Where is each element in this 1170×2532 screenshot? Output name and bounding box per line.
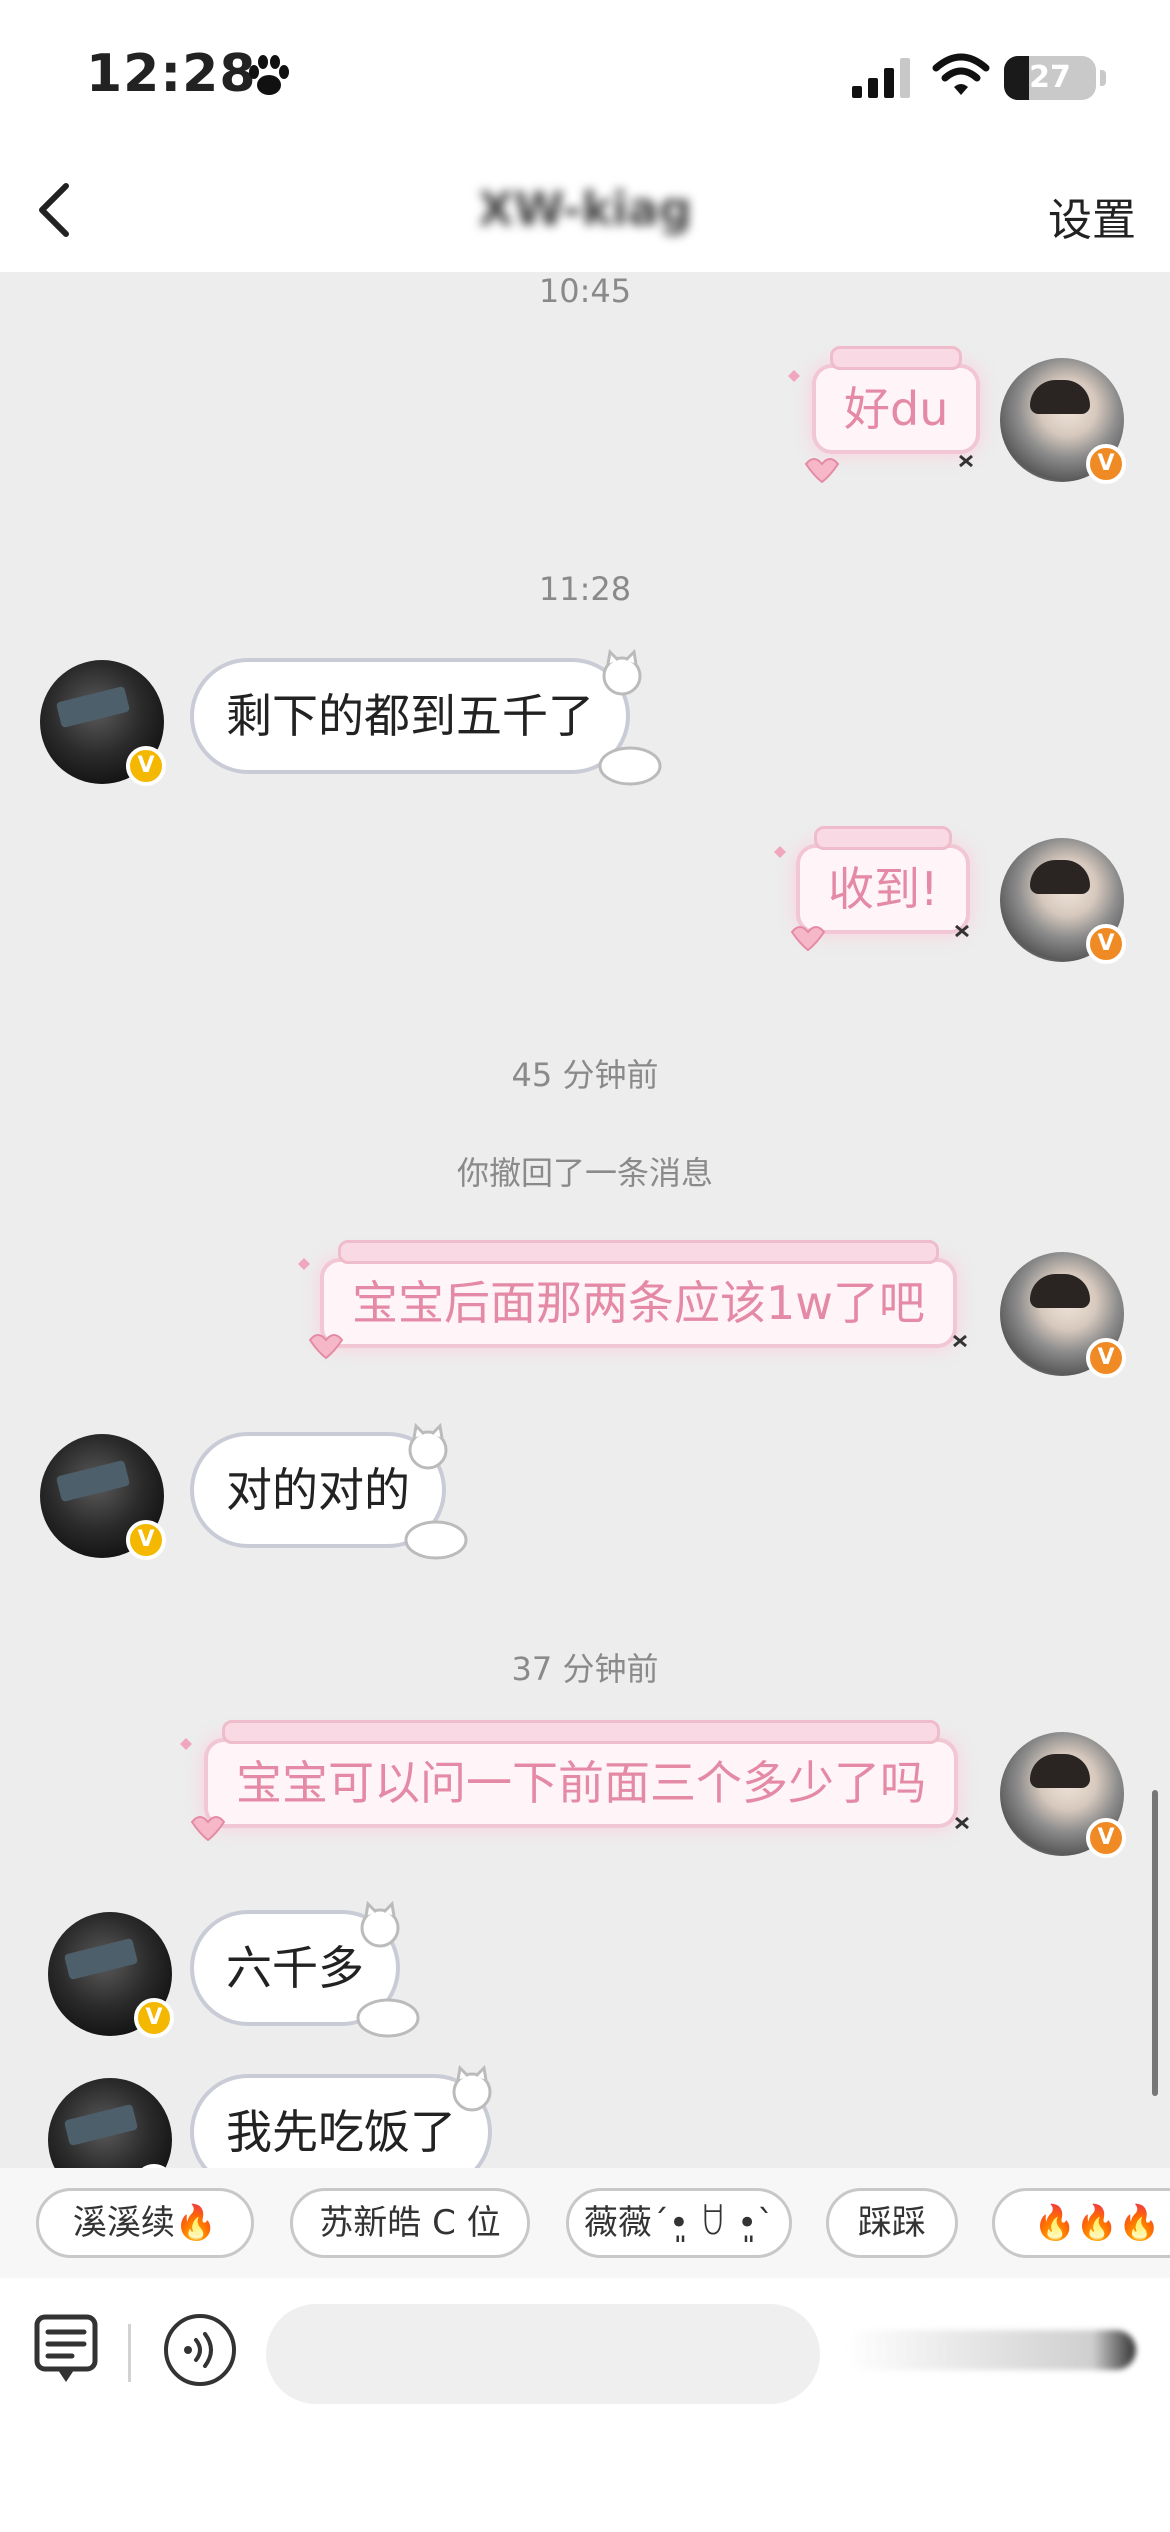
bow-decoration-icon (774, 846, 969, 952)
received-message[interactable]: 剩下的都到五千了 (190, 658, 630, 774)
message-list[interactable]: 10:45 好du V 11:28 V 剩下的都到五千了 收到! V 45 分钟… (0, 272, 1170, 2168)
avatar-other[interactable]: V (48, 2078, 174, 2168)
verified-badge: V (1086, 444, 1126, 484)
avatar-me[interactable]: V (1000, 1252, 1126, 1378)
message-input[interactable] (266, 2304, 820, 2404)
avatar-screen (63, 2103, 139, 2147)
verified-badge: V (126, 1520, 166, 1560)
battery-tip (1100, 70, 1106, 86)
battery-percent: 27 (1029, 60, 1071, 95)
quick-reply-bar: 溪溪续🔥 苏新皓 C 位 薇薇ˊ•͈ ꇴ •͈ˋ 踩踩 🔥🔥🔥 (0, 2168, 1170, 2278)
status-time: 12:28 (86, 44, 257, 104)
paw-icon (249, 55, 289, 95)
verified-badge: V (134, 1998, 174, 2038)
blurred-area (846, 2330, 1136, 2370)
avatar-me[interactable]: V (1000, 358, 1126, 484)
quick-reply-chip[interactable]: 苏新皓 C 位 (290, 2188, 530, 2258)
avatar-other[interactable]: V (40, 660, 166, 786)
avatar-screen (63, 1937, 139, 1981)
bow-decoration-icon (180, 1738, 969, 1842)
quick-reply-chip[interactable]: 🔥🔥🔥 (992, 2188, 1170, 2258)
quick-reply-chip[interactable]: 溪溪续🔥 (36, 2188, 254, 2258)
verified-badge: V (1086, 1338, 1126, 1378)
bow-decoration-icon (298, 1258, 967, 1360)
avatar-hair (1030, 1274, 1090, 1308)
timestamp: 37 分钟前 (511, 1650, 659, 1688)
chat-header: XW-kiag 设置 (0, 150, 1170, 272)
battery-indicator: 27 (1004, 56, 1096, 100)
avatar-other[interactable]: V (40, 1434, 166, 1560)
bow-decoration-icon (788, 370, 973, 484)
cat-decoration-icon (598, 648, 662, 786)
cat-decoration-icon (356, 1900, 420, 2038)
cat-decoration-icon (452, 2064, 492, 2112)
verified-badge: V (126, 746, 166, 786)
timestamp: 11:28 (538, 570, 632, 608)
avatar-hair (1030, 1754, 1090, 1788)
divider (128, 2324, 131, 2382)
avatar-me[interactable]: V (1000, 838, 1126, 964)
quick-reply-chip[interactable]: 踩踩 (826, 2188, 958, 2258)
voice-button[interactable] (164, 2314, 236, 2386)
status-bar: 12:28 27 (0, 0, 1170, 150)
quick-reply-chip[interactable]: 薇薇ˊ•͈ ꇴ •͈ˋ (566, 2188, 792, 2258)
scrollbar[interactable] (1152, 1790, 1158, 2096)
avatar-hair (1030, 380, 1090, 414)
avatar-screen (55, 1459, 131, 1503)
timestamp: 45 分钟前 (511, 1056, 659, 1094)
timestamp: 10:45 (538, 272, 632, 310)
settings-button[interactable]: 设置 (1048, 184, 1136, 248)
avatar-hair (1030, 860, 1090, 894)
voice-icon (184, 2332, 213, 2368)
avatar-me[interactable]: V (1000, 1732, 1126, 1858)
wifi-icon (932, 53, 990, 95)
avatar-other[interactable]: V (48, 1912, 174, 2038)
recall-notice: 你撤回了一条消息 (456, 1154, 713, 1192)
signal-icon (852, 58, 910, 98)
avatar-screen (55, 685, 131, 729)
chat-title: XW-kiag (478, 182, 692, 236)
input-bar (0, 2278, 1170, 2532)
verified-badge: V (1086, 1818, 1126, 1858)
verified-badge: V (1086, 924, 1126, 964)
menu-icon[interactable] (34, 2314, 98, 2386)
cat-decoration-icon (404, 1422, 468, 1560)
